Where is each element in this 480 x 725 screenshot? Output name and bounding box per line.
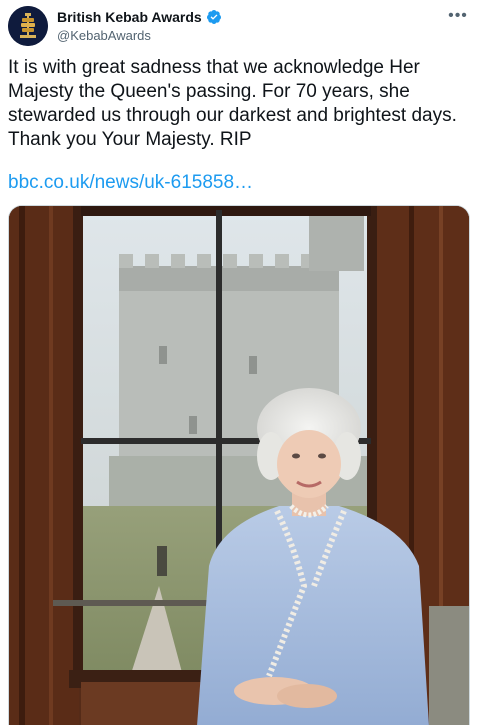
tweet-header: British Kebab Awards @KebabAwards •••: [8, 6, 472, 46]
kebab-awards-logo-icon: [8, 6, 48, 46]
tweet-photo[interactable]: [8, 205, 470, 725]
display-name[interactable]: British Kebab Awards: [57, 8, 202, 26]
queen-portrait-image: [9, 206, 469, 725]
avatar[interactable]: [8, 6, 48, 46]
author-names: British Kebab Awards @KebabAwards: [57, 8, 222, 45]
author-handle[interactable]: @KebabAwards: [57, 27, 222, 45]
verified-badge-icon: [206, 9, 222, 25]
more-options-icon[interactable]: •••: [446, 6, 470, 26]
tweet-text: It is with great sadness that we acknowl…: [8, 57, 457, 150]
tweet-link[interactable]: bbc.co.uk/news/uk-615858…: [8, 171, 253, 195]
